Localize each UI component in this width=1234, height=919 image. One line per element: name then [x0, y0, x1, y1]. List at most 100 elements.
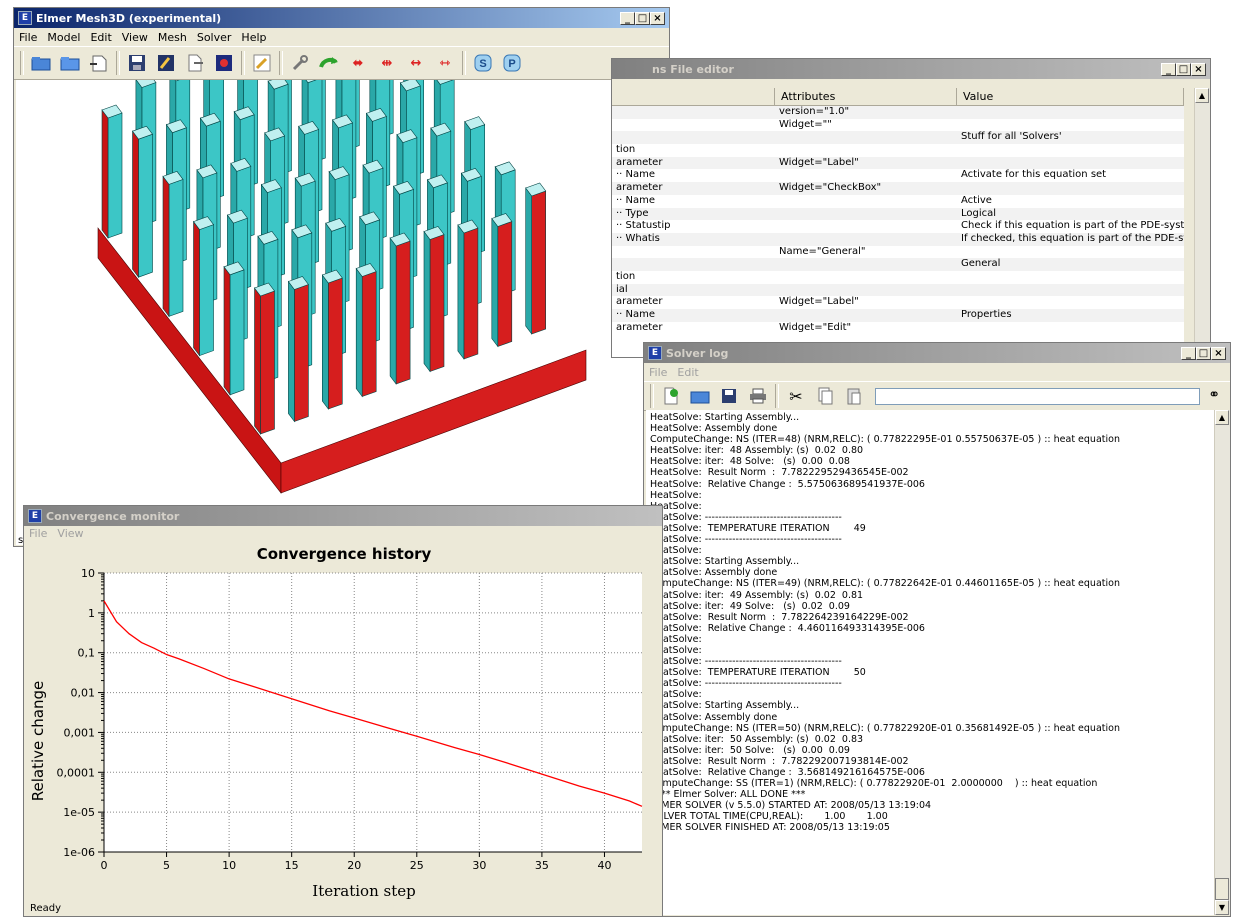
x-tick-label: 0: [101, 859, 108, 872]
table-row[interactable]: General: [612, 258, 1184, 271]
open-file-icon[interactable]: [688, 384, 712, 408]
menu-file[interactable]: File: [29, 527, 47, 540]
maximize-button[interactable]: □: [1176, 62, 1191, 76]
menu-edit[interactable]: Edit: [677, 366, 698, 379]
paste-icon[interactable]: [842, 384, 866, 408]
column-header-value[interactable]: Value: [957, 88, 1184, 105]
divide-edge-icon[interactable]: ↔: [404, 51, 428, 75]
menu-model[interactable]: Model: [47, 31, 80, 44]
minimize-button[interactable]: _: [620, 11, 635, 25]
minimize-button[interactable]: _: [1161, 62, 1176, 76]
table-row[interactable]: ·· Name Properties: [612, 309, 1184, 322]
table-row[interactable]: arameter Widget="Label": [612, 156, 1184, 170]
menu-file[interactable]: File: [19, 31, 37, 44]
cell-attributes: Widget="Label": [779, 156, 859, 168]
load-icon[interactable]: [87, 51, 111, 75]
sif-editor-titlebar[interactable]: ns File editor _ □ ×: [612, 59, 1210, 79]
table-row[interactable]: Stuff for all 'Solvers': [612, 131, 1184, 145]
mesh3d-titlebar[interactable]: E Elmer Mesh3D (experimental) _ □ ×: [14, 8, 669, 28]
y-tick-label: 10: [81, 567, 95, 580]
close-button[interactable]: ×: [650, 11, 665, 25]
close-button[interactable]: ×: [1211, 346, 1226, 360]
heatsink-fin: [101, 104, 123, 239]
maximize-button[interactable]: □: [1196, 346, 1211, 360]
column-header-element[interactable]: [612, 88, 775, 105]
table-row[interactable]: version="1.0": [612, 106, 1184, 119]
color-map-icon[interactable]: [212, 51, 236, 75]
table-row[interactable]: ·· Name Active: [612, 195, 1184, 208]
postprocessor-icon[interactable]: P: [500, 51, 524, 75]
cell-value: [957, 106, 1184, 119]
toolbar-grip[interactable]: [20, 51, 24, 75]
menu-file[interactable]: File: [649, 366, 667, 379]
mesh-3d-viewport[interactable]: [16, 8, 667, 545]
solver-log-titlebar[interactable]: E Solver log _ □ ×: [644, 343, 1230, 363]
export-icon[interactable]: [183, 51, 207, 75]
cell-attributes: [775, 131, 957, 144]
log-vertical-scrollbar[interactable]: ▲ ▼: [1214, 410, 1230, 915]
log-search-input[interactable]: [875, 388, 1200, 405]
table-row[interactable]: Name="General": [612, 246, 1184, 259]
solver-start-icon[interactable]: S: [471, 51, 495, 75]
menu-solver[interactable]: Solver: [197, 31, 232, 44]
copy-icon[interactable]: [813, 384, 837, 408]
table-row[interactable]: tion: [612, 144, 1184, 157]
menu-edit[interactable]: Edit: [90, 31, 111, 44]
sif-vertical-scrollbar[interactable]: ▲: [1194, 88, 1210, 357]
cell-element: [612, 246, 775, 259]
toolbar-grip[interactable]: [650, 384, 654, 408]
scroll-down-icon[interactable]: ▼: [1215, 900, 1229, 915]
divide-surface-icon[interactable]: ⬌: [346, 51, 370, 75]
scroll-up-icon[interactable]: ▲: [1195, 88, 1209, 103]
cut-icon[interactable]: ✂: [784, 384, 808, 408]
maximize-button[interactable]: □: [635, 11, 650, 25]
save-project-icon[interactable]: [154, 51, 178, 75]
settings-icon[interactable]: [288, 51, 312, 75]
unify-surface-icon[interactable]: ⇹: [375, 51, 399, 75]
close-button[interactable]: ×: [1191, 62, 1206, 76]
table-row[interactable]: arameter Widget="Label": [612, 296, 1184, 309]
edit-sif-icon[interactable]: [250, 51, 274, 75]
minimize-button[interactable]: _: [1181, 346, 1196, 360]
solver-log-window: E Solver log _ □ × File Edit ✂ ⚭ HeatSol…: [643, 342, 1231, 917]
table-row[interactable]: tion: [612, 271, 1184, 284]
table-row[interactable]: ·· Name Activate for this equation set: [612, 169, 1184, 182]
heatsink-model[interactable]: [16, 8, 667, 545]
solver-log-text[interactable]: HeatSolve: Starting Assembly... HeatSolve…: [646, 410, 1214, 915]
table-row[interactable]: ·· Type Logical: [612, 207, 1184, 221]
log-line: HeatSolve: iter: 48 Assembly: (s) 0.02 0…: [650, 445, 864, 457]
column-header-attributes[interactable]: Attributes: [775, 88, 957, 105]
table-row[interactable]: Widget="": [612, 119, 1184, 132]
open-project-icon[interactable]: [58, 51, 82, 75]
save-icon[interactable]: [125, 51, 149, 75]
log-line: HeatSolve: Relative Change : 5.575063689…: [650, 478, 925, 490]
cell-attributes: [775, 208, 957, 221]
scroll-up-icon[interactable]: ▲: [1215, 410, 1229, 425]
save-icon[interactable]: [717, 384, 741, 408]
cell-attributes: Name="General": [779, 245, 866, 257]
table-row[interactable]: arameter Widget="CheckBox": [612, 182, 1184, 195]
find-binoculars-icon[interactable]: ⚭: [1208, 387, 1220, 403]
cell-value: [957, 246, 1184, 259]
open-mesh-icon[interactable]: [29, 51, 53, 75]
menu-view[interactable]: View: [122, 31, 148, 44]
table-row[interactable]: arameter Widget="Edit": [612, 322, 1184, 335]
table-row[interactable]: ial: [612, 283, 1184, 297]
table-row[interactable]: ·· Whatis If checked, this equation is pa…: [612, 232, 1184, 246]
scroll-thumb[interactable]: [1215, 878, 1229, 900]
menu-help[interactable]: Help: [241, 31, 266, 44]
convergence-titlebar[interactable]: E Convergence monitor: [24, 506, 662, 526]
table-row[interactable]: ·· Statustip Check if this equation is pa…: [612, 220, 1184, 233]
new-file-icon[interactable]: [659, 384, 683, 408]
y-tick-label: 0,001: [64, 726, 96, 739]
menu-view[interactable]: View: [57, 527, 83, 540]
sif-editor-window: ns File editor _ □ × Attributes Value ve…: [611, 58, 1211, 358]
heatsink-fin: [491, 213, 513, 348]
x-tick-label: 10: [222, 859, 236, 872]
y-axis-label: Relative change: [29, 681, 47, 801]
sif-tree-table[interactable]: version="1.0" Widget="" Stuff for all 'Sol…: [612, 106, 1184, 357]
print-icon[interactable]: [746, 384, 770, 408]
unify-edge-icon[interactable]: ⇿: [433, 51, 457, 75]
menu-mesh[interactable]: Mesh: [158, 31, 187, 44]
reload-icon[interactable]: [317, 51, 341, 75]
